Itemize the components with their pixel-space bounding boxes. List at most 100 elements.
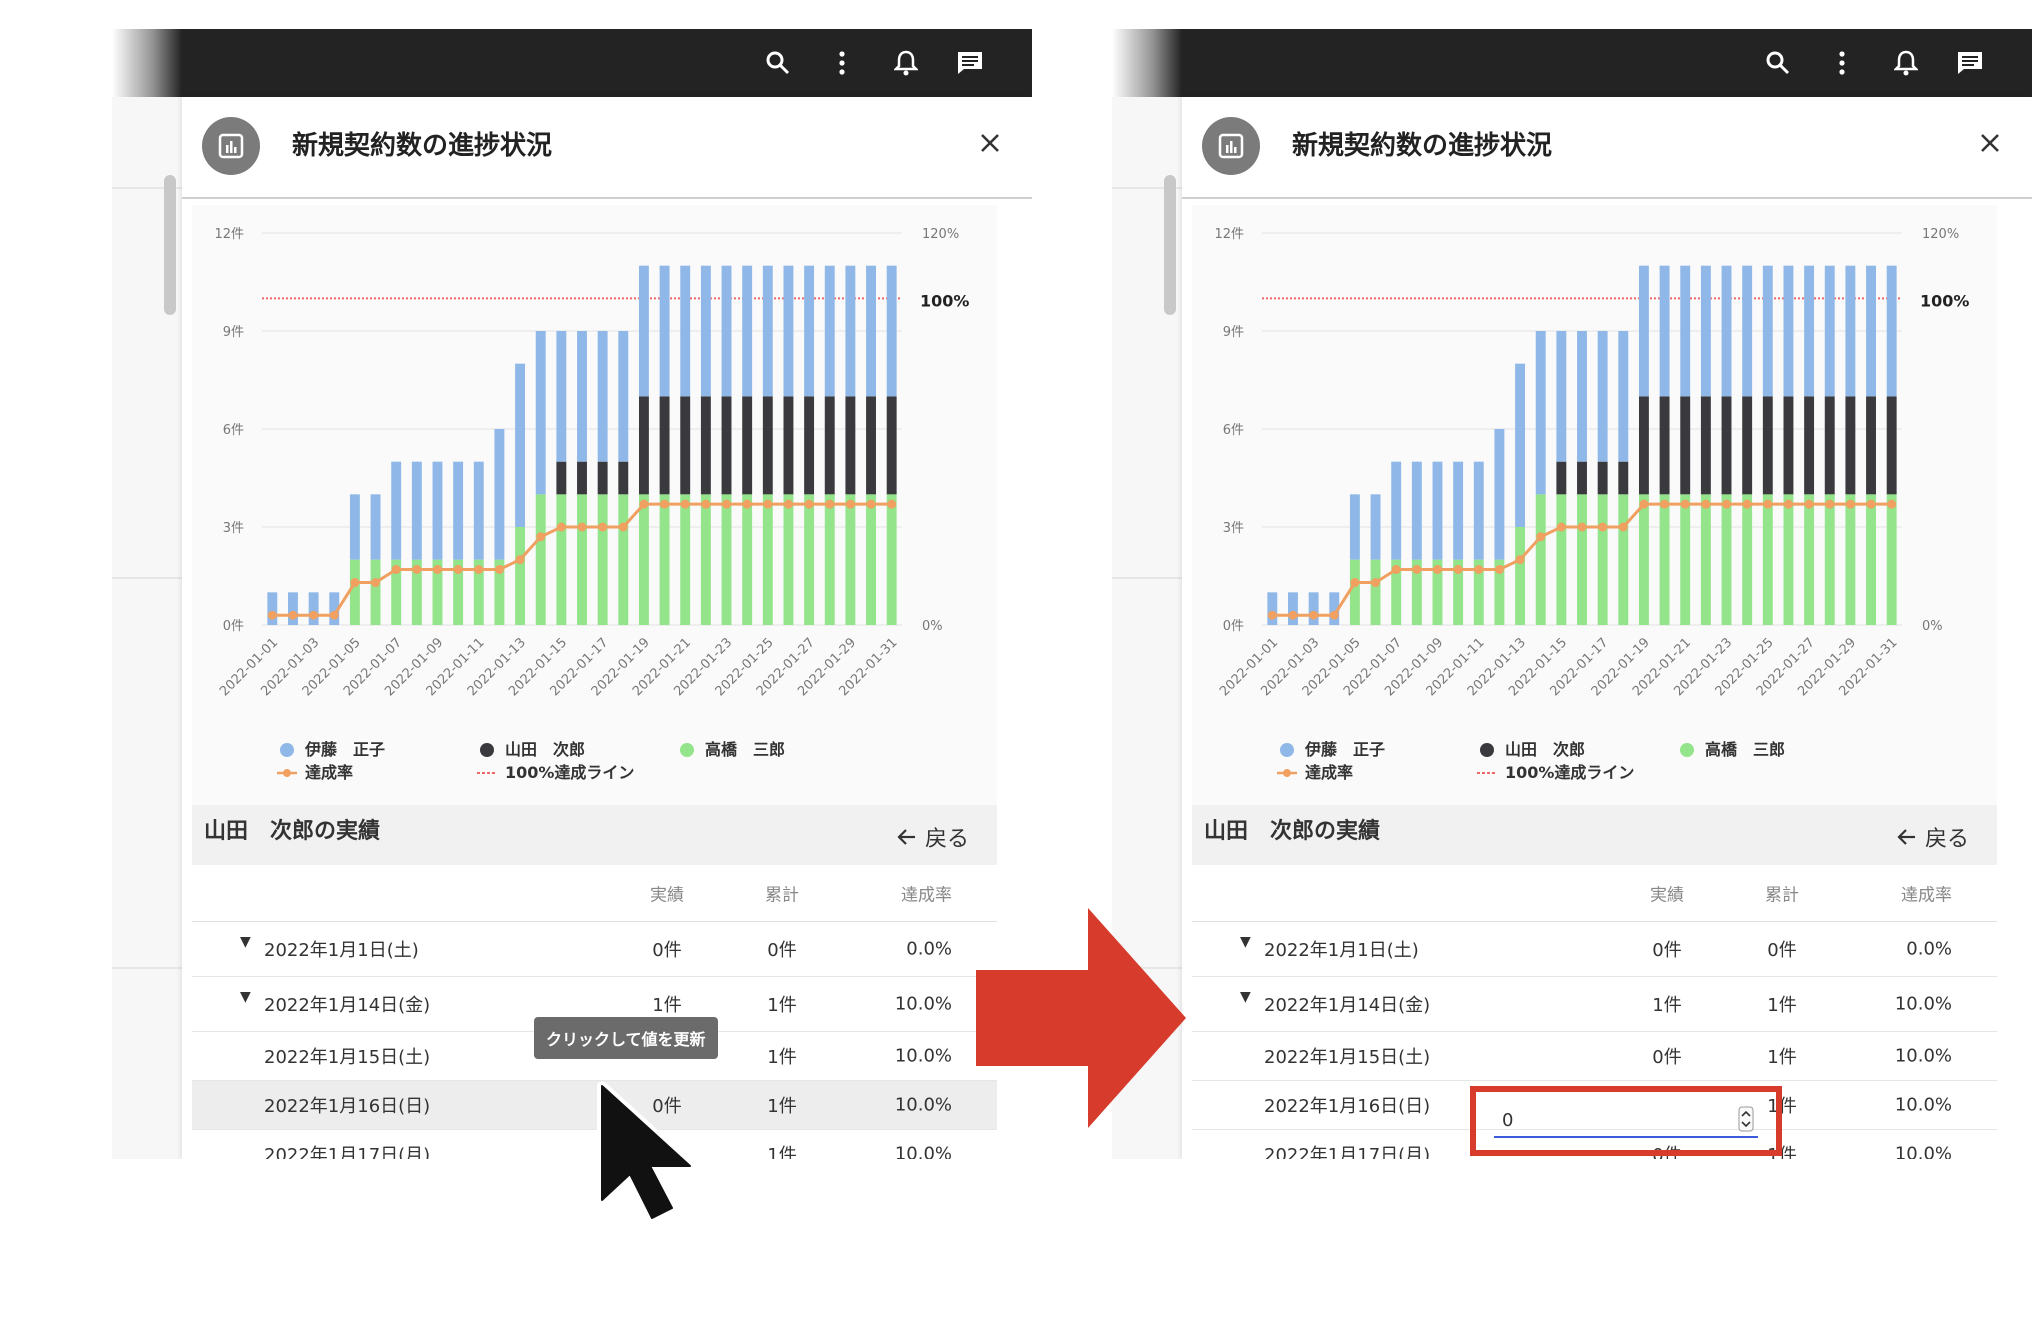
bar-segment xyxy=(762,396,773,495)
row-cumulative: 1件 xyxy=(1767,995,1797,1016)
more-vert-icon[interactable] xyxy=(820,43,864,83)
row-rate: 10.0% xyxy=(1894,1045,1952,1067)
rate-point xyxy=(515,555,525,565)
bar-segment xyxy=(804,265,815,397)
rate-point xyxy=(1412,564,1422,574)
rate-point xyxy=(1598,522,1608,532)
bell-icon[interactable] xyxy=(1884,43,1928,83)
bar-segment xyxy=(1432,461,1443,560)
table-row[interactable]: ▼ 2022年1月1日(土) 0件 0件 0.0% xyxy=(192,922,997,977)
chat-icon[interactable] xyxy=(948,43,992,83)
bar-segment xyxy=(1866,265,1876,397)
row-date: 2022年1月1日(土) xyxy=(264,940,419,961)
scrollbar[interactable] xyxy=(1164,175,1176,315)
stacked-bar-chart: 0件3件6件9件12件0%120%100%2022-01-012022-01-0… xyxy=(214,227,969,782)
rate-point xyxy=(1825,499,1835,509)
bar-segment xyxy=(742,265,753,397)
rate-point xyxy=(432,564,442,574)
bell-icon[interactable] xyxy=(884,43,928,83)
number-stepper-icon[interactable] xyxy=(1738,1106,1754,1132)
chat-icon[interactable] xyxy=(1948,43,1992,83)
rate-point xyxy=(1329,610,1339,620)
bar-segment xyxy=(824,265,835,397)
app-bar xyxy=(1112,29,2032,97)
table-row[interactable]: 2022年1月15日(土) 0件 1件 10.0% xyxy=(1192,1032,1997,1081)
expand-caret-icon[interactable]: ▼ xyxy=(240,989,251,1005)
back-button[interactable]: 戻る xyxy=(897,821,969,853)
bar-segment xyxy=(577,331,587,462)
col-actual: 実績 xyxy=(650,885,684,906)
bar-segment xyxy=(866,265,876,397)
row-actual[interactable]: 1件 xyxy=(612,991,722,1017)
rate-point xyxy=(391,564,401,574)
rate-point xyxy=(494,564,504,574)
bar-segment xyxy=(577,461,587,495)
bar-segment xyxy=(1742,265,1753,397)
y-tick-label: 3件 xyxy=(1223,521,1244,536)
bar-segment xyxy=(1742,396,1753,495)
table-row-hovered[interactable]: 2022年1月16日(日) 0件 1件 10.0% xyxy=(192,1081,997,1130)
bar-segment xyxy=(1845,494,1856,625)
rate-point xyxy=(639,499,649,509)
rate-point xyxy=(1742,499,1752,509)
row-date: 2022年1月15日(土) xyxy=(264,1047,431,1068)
bar-segment xyxy=(680,265,691,397)
table-row[interactable]: ▼ 2022年1月1日(土) 0件 0件 0.0% xyxy=(1192,922,1997,977)
bar-segment xyxy=(845,265,856,397)
rate-point xyxy=(453,564,463,574)
bar-segment xyxy=(597,461,608,495)
progress-chart: 0件 3件 6件 9件 12件 0% 120% 100% 2022-01-01 2022-01-0… xyxy=(1192,205,1997,805)
arrow-back-icon xyxy=(897,829,915,845)
rate-point xyxy=(577,522,587,532)
row-actual[interactable]: 0件 xyxy=(1612,1043,1722,1069)
bar-segment xyxy=(700,396,711,495)
update-tooltip: クリックして値を更新 xyxy=(534,1017,718,1059)
table-row[interactable]: 2022年1月17日(月) 件 1件 10.0% xyxy=(192,1130,997,1160)
row-date: 2022年1月17日(月) xyxy=(1264,1145,1431,1159)
actual-number-input[interactable]: 0 xyxy=(1494,1106,1758,1138)
back-button[interactable]: 戻る xyxy=(1897,821,1969,853)
close-icon[interactable] xyxy=(968,121,1012,165)
bar-segment xyxy=(1762,494,1773,625)
more-vert-icon[interactable] xyxy=(1820,43,1864,83)
search-icon[interactable] xyxy=(756,43,800,83)
bar-segment xyxy=(1680,265,1691,397)
bar-segment xyxy=(886,396,897,495)
expand-caret-icon[interactable]: ▼ xyxy=(240,934,251,950)
legend-label: 山田 次郎 xyxy=(505,740,585,759)
row-actual[interactable]: 0件 xyxy=(1612,936,1722,962)
bar-segment xyxy=(1411,461,1422,560)
rate-point xyxy=(680,499,690,509)
legend-label: 達成率 xyxy=(1305,763,1353,782)
bar-segment xyxy=(1824,396,1835,495)
row-actual[interactable]: 0件 xyxy=(612,936,722,962)
rate-point xyxy=(329,610,339,620)
rate-point xyxy=(1474,564,1484,574)
row-date: 2022年1月16日(日) xyxy=(1264,1096,1431,1117)
close-icon[interactable] xyxy=(1968,121,2012,165)
expand-caret-icon[interactable]: ▼ xyxy=(1240,934,1251,950)
row-cumulative: 0件 xyxy=(1767,940,1797,961)
bar-segment xyxy=(1515,527,1526,625)
bar-segment xyxy=(680,494,691,625)
bar-chart-icon xyxy=(202,117,260,175)
bar-segment xyxy=(742,494,753,625)
bar-segment xyxy=(1453,461,1464,560)
row-rate: 0.0% xyxy=(1906,938,1952,960)
bar-segment xyxy=(1762,265,1773,397)
table-row[interactable]: ▼ 2022年1月14日(金) 1件 1件 10.0% xyxy=(1192,977,1997,1032)
bar-segment xyxy=(680,396,691,495)
col-rate: 達成率 xyxy=(1901,885,1952,906)
search-icon[interactable] xyxy=(1756,43,1800,83)
row-rate: 10.0% xyxy=(894,993,952,1015)
scrollbar[interactable] xyxy=(164,175,176,315)
row-actual[interactable]: 1件 xyxy=(1612,991,1722,1017)
bar-segment xyxy=(866,396,876,495)
bar-segment xyxy=(866,494,876,625)
rate-point xyxy=(742,499,752,509)
rate-point xyxy=(1618,522,1628,532)
expand-caret-icon[interactable]: ▼ xyxy=(1240,989,1251,1005)
bar-segment xyxy=(721,494,732,625)
bar-segment xyxy=(494,429,505,560)
bar-segment xyxy=(556,494,567,625)
